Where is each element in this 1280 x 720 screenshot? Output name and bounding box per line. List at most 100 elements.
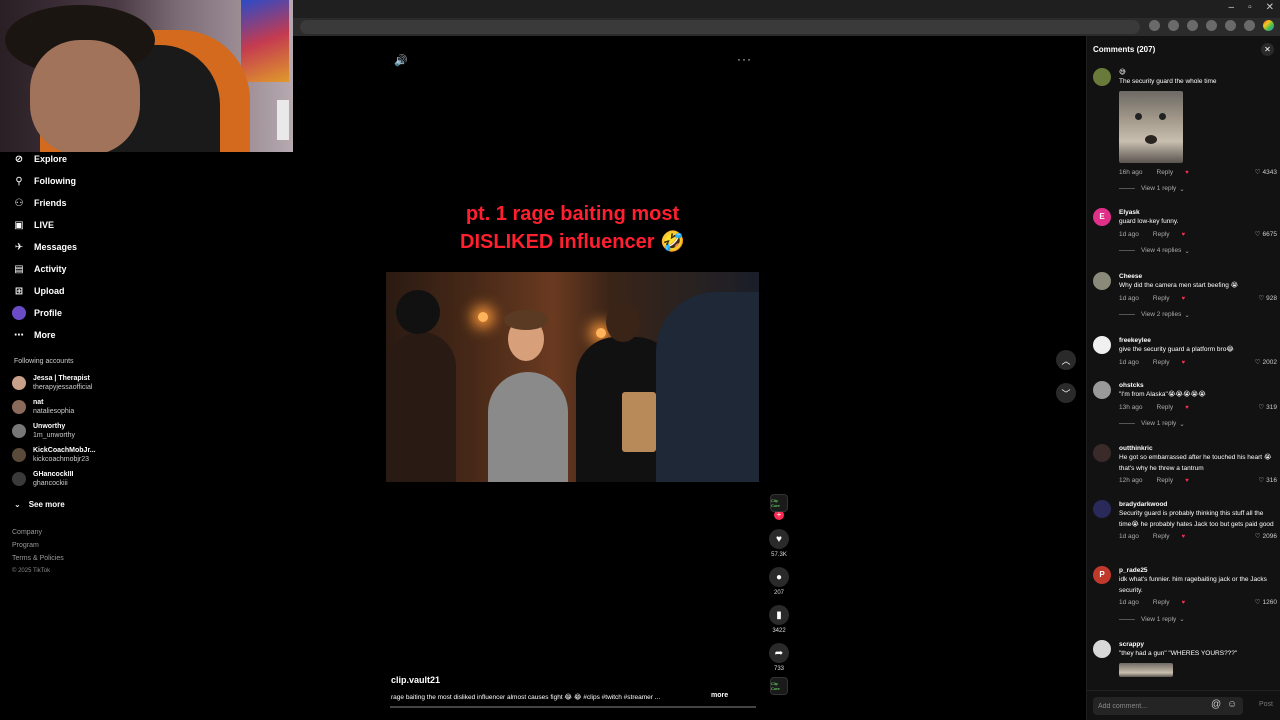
comment-button[interactable]: ● xyxy=(769,567,789,587)
reply-button[interactable]: Reply xyxy=(1157,477,1174,484)
account-avatar xyxy=(12,448,26,462)
comment-avatar[interactable] xyxy=(1093,640,1111,658)
comment-like-button[interactable]: ♡ 928 xyxy=(1258,293,1277,305)
sidebar-item-profile[interactable]: Profile xyxy=(0,302,160,324)
following-account[interactable]: Unworthy 1m_unworthy xyxy=(0,419,160,443)
following-account[interactable]: Jessa | Therapist therapyjessaofficial xyxy=(0,371,160,395)
creator-liked-icon: ♥ xyxy=(1181,534,1186,540)
sidebar-item-messages[interactable]: ✈ Messages xyxy=(0,236,160,258)
reply-button[interactable]: Reply xyxy=(1157,404,1174,411)
sidebar-item-upload[interactable]: ⊞ Upload xyxy=(0,280,160,302)
sidebar-item-following[interactable]: ⚲ Following xyxy=(0,170,160,192)
view-replies-button[interactable]: View 2 replies ⌄ xyxy=(1119,311,1277,319)
comment-text: "I'm from Alaska"😭😭😭😭😭 xyxy=(1119,391,1206,398)
comment-username[interactable]: freekeylee xyxy=(1119,336,1277,345)
comment-username[interactable]: Elyask xyxy=(1119,208,1277,217)
reply-button[interactable]: Reply xyxy=(1153,533,1170,540)
next-video-button[interactable]: ﹀ xyxy=(1056,383,1076,403)
comment-avatar[interactable] xyxy=(1093,336,1111,354)
footer-link-terms[interactable]: Terms & Policies xyxy=(12,555,160,568)
install-icon[interactable] xyxy=(1149,20,1160,31)
comment-meta: 1d ago Reply ♥ ♡ 2096 xyxy=(1119,531,1277,543)
video-author[interactable]: clip.vault21 xyxy=(391,675,440,685)
comment-like-button[interactable]: ♡ 6675 xyxy=(1255,229,1277,241)
comment-avatar[interactable]: E xyxy=(1093,208,1111,226)
sidebar-item-friends[interactable]: ⚇ Friends xyxy=(0,192,160,214)
comment-username[interactable]: bradydarkwood xyxy=(1119,500,1277,509)
view-replies-button[interactable]: View 4 replies ⌄ xyxy=(1119,247,1277,255)
like-button[interactable]: ♥ xyxy=(769,529,789,549)
previous-video-button[interactable]: ︿ xyxy=(1056,350,1076,370)
comment-avatar[interactable] xyxy=(1093,272,1111,290)
copilot-icon[interactable] xyxy=(1263,20,1274,31)
address-bar[interactable] xyxy=(300,20,1140,34)
view-replies-button[interactable]: View 1 reply ⌄ xyxy=(1119,420,1277,428)
comment-like-button[interactable]: ♡ 2096 xyxy=(1255,531,1277,543)
mention-icon[interactable]: @ xyxy=(1211,699,1221,710)
comment-like-count: 316 xyxy=(1266,477,1277,484)
see-more-button[interactable]: ⌄ See more xyxy=(0,495,160,513)
sound-icon[interactable]: 🔊 xyxy=(394,54,408,67)
save-button[interactable]: ▮ xyxy=(769,605,789,625)
comment-username[interactable]: 😅 xyxy=(1119,68,1277,77)
creator-avatar[interactable]: Clip Core xyxy=(770,494,788,512)
sidebar-item-more[interactable]: ⋯ More xyxy=(0,324,160,346)
comment-gif-dog[interactable] xyxy=(1119,90,1183,163)
comment-image-partial[interactable] xyxy=(1119,662,1173,677)
video-progress-bar[interactable] xyxy=(390,706,756,708)
extension-icon[interactable] xyxy=(1187,20,1198,31)
reply-button[interactable]: Reply xyxy=(1153,599,1170,606)
close-comments-button[interactable]: ✕ xyxy=(1261,43,1274,56)
following-account[interactable]: KickCoachMobJr... kickcoachmobjr23 xyxy=(0,443,160,467)
comment-username[interactable]: scrappy xyxy=(1119,640,1277,649)
sidebar-item-live[interactable]: ▣ LIVE xyxy=(0,214,160,236)
view-replies-button[interactable]: View 1 reply ⌄ xyxy=(1119,185,1277,193)
comment-avatar[interactable]: P xyxy=(1093,566,1111,584)
following-account[interactable]: GHancockIII ghancockiii xyxy=(0,467,160,491)
maximize-button[interactable]: ▫ xyxy=(1248,2,1252,13)
account-handle: therapyjessaofficial xyxy=(33,384,93,391)
comment-like-button[interactable]: ♡ 319 xyxy=(1258,402,1277,414)
reply-button[interactable]: Reply xyxy=(1157,169,1174,176)
reply-button[interactable]: Reply xyxy=(1153,231,1170,238)
emoji-icon[interactable]: ☺ xyxy=(1227,699,1237,710)
following-account[interactable]: nat nataliesophia xyxy=(0,395,160,419)
comment-like-button[interactable]: ♡ 316 xyxy=(1258,475,1277,487)
reply-button[interactable]: Reply xyxy=(1153,359,1170,366)
reply-button[interactable]: Reply xyxy=(1153,295,1170,302)
description-more-link[interactable]: more xyxy=(711,692,728,699)
footer-link-company[interactable]: Company xyxy=(12,529,160,542)
share-button[interactable]: ➦ xyxy=(769,643,789,663)
comment-avatar[interactable] xyxy=(1093,444,1111,462)
close-window-button[interactable]: ✕ xyxy=(1266,2,1274,13)
comment-avatar[interactable] xyxy=(1093,381,1111,399)
footer-link-program[interactable]: Program xyxy=(12,542,160,555)
sidebar-item-explore[interactable]: ⊘ Explore xyxy=(0,148,160,170)
activity-icon: ▤ xyxy=(14,263,24,275)
video-player[interactable] xyxy=(386,272,759,482)
comment-username[interactable]: Cheese xyxy=(1119,272,1277,281)
comment-like-button[interactable]: ♡ 2002 xyxy=(1255,357,1277,369)
comment-username[interactable]: p_rade25 xyxy=(1119,566,1277,575)
profile-icon[interactable] xyxy=(1225,20,1236,31)
sidebar-item-activity[interactable]: ▤ Activity xyxy=(0,258,160,280)
sound-avatar[interactable]: Clip Core xyxy=(770,677,788,695)
bookmark-star-icon[interactable] xyxy=(1168,20,1179,31)
comment-avatar[interactable] xyxy=(1093,68,1111,86)
following-accounts-title: Following accounts xyxy=(14,358,74,365)
video-more-options-icon[interactable]: ··· xyxy=(737,52,752,66)
post-comment-button[interactable]: Post xyxy=(1259,701,1273,708)
comment-username[interactable]: outthinkric xyxy=(1119,444,1277,453)
comment-like-button[interactable]: ♡ 4343 xyxy=(1255,167,1277,179)
comment-avatar[interactable] xyxy=(1093,500,1111,518)
comment-like-count: 2002 xyxy=(1262,358,1277,366)
favorites-icon[interactable] xyxy=(1206,20,1217,31)
comment-text: He got so embarrassed after he touched h… xyxy=(1119,454,1272,472)
comment-username[interactable]: ohstcks xyxy=(1119,381,1277,390)
browser-menu-icon[interactable] xyxy=(1244,20,1255,31)
wall-lamp xyxy=(596,328,606,338)
comment-time: 12h ago xyxy=(1119,477,1143,484)
comment-like-button[interactable]: ♡ 1260 xyxy=(1255,597,1277,609)
view-replies-button[interactable]: View 1 reply ⌄ xyxy=(1119,615,1277,623)
minimize-button[interactable]: – xyxy=(1229,2,1235,13)
